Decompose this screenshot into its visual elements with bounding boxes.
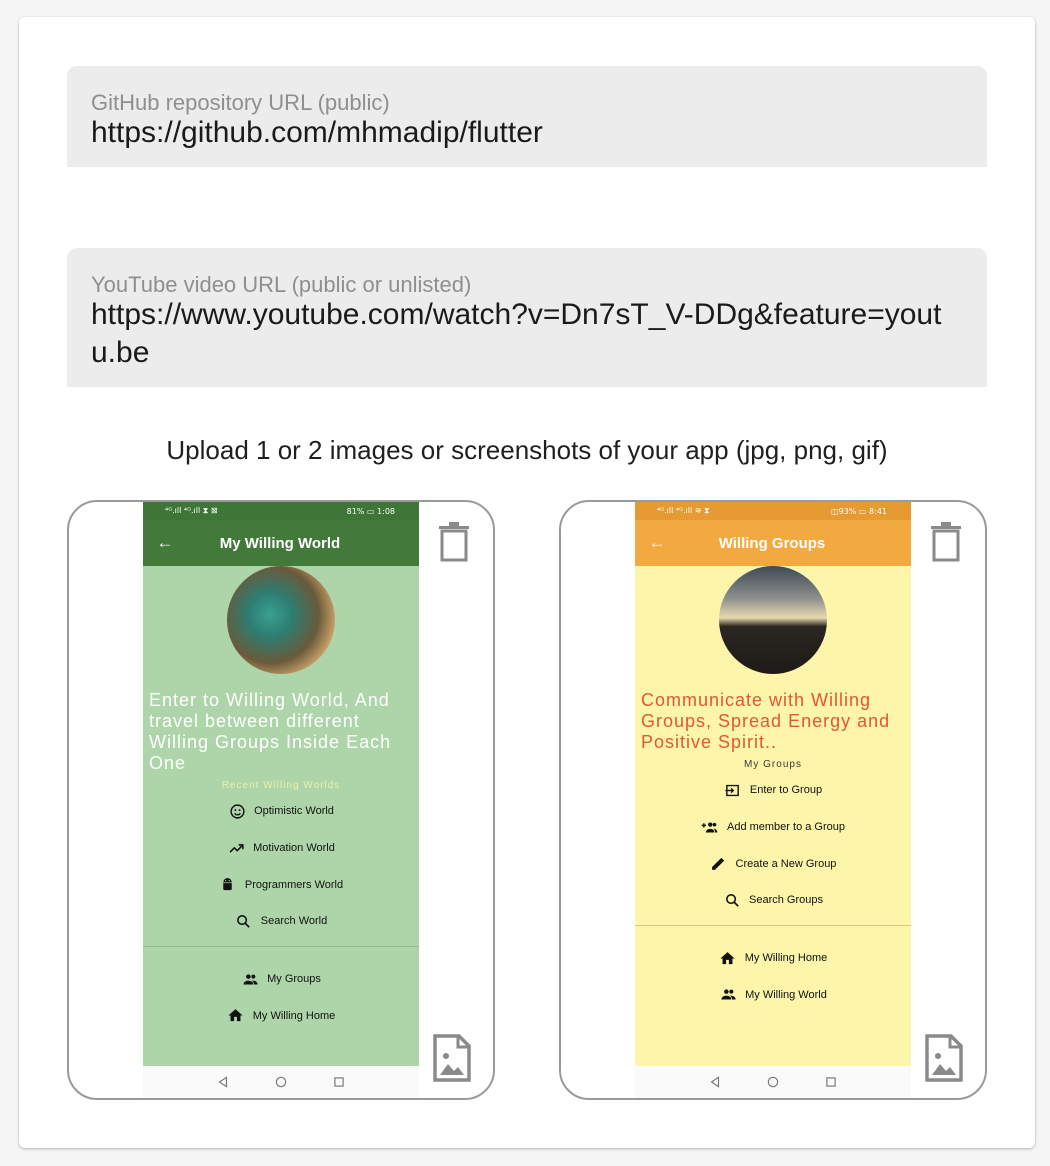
github-url-field[interactable]: GitHub repository URL (public) https://g… xyxy=(67,66,987,167)
image-tile-1[interactable]: ⁴ᴳ.ıll ⁴ᴳ.ıll ⧗ ⊠ 81% ▭ 1:08 ← My Willing… xyxy=(67,500,495,1100)
menu-item-my-willing-home[interactable]: My Willing Home xyxy=(143,997,419,1034)
menu-item-enter-to-group[interactable]: Enter to Group xyxy=(635,772,911,809)
menu-item-search-world[interactable]: Search World xyxy=(143,903,419,940)
search-icon xyxy=(235,912,253,930)
home-icon xyxy=(719,949,737,967)
globe-avatar xyxy=(227,566,335,674)
status-bar: ⁴ᴳ.ıll ⁴ᴳ.ıll ⧗ ⊠ 81% ▭ 1:08 xyxy=(143,502,419,520)
status-bar: ⁴ᴳ.ıll ⁴ᴳ.ıll ≋ ⧗ ◫93% ▭ 8:41 xyxy=(635,502,911,520)
menu-item-programmers-world[interactable]: Programmers World xyxy=(143,866,419,903)
search-icon xyxy=(723,891,741,909)
trending-up-icon xyxy=(227,839,245,857)
menu-item-search-groups[interactable]: Search Groups xyxy=(635,882,911,919)
people-icon xyxy=(241,970,259,988)
login-icon xyxy=(724,781,742,799)
app-bar: ← Willing Groups xyxy=(635,520,911,566)
headline: Enter to Willing World, And travel betwe… xyxy=(149,690,392,773)
menu-item-my-willing-world[interactable]: My Willing World xyxy=(635,976,911,1013)
back-arrow-icon: ← xyxy=(156,533,174,552)
nav-back-icon xyxy=(218,1076,228,1088)
group-avatar xyxy=(719,566,827,674)
screenshot-2: ⁴ᴳ.ıll ⁴ᴳ.ıll ≋ ⧗ ◫93% ▭ 8:41 ← Willing G… xyxy=(635,502,911,1098)
menu-item-add-member[interactable]: Add member to a Group xyxy=(635,809,911,846)
image-file-icon[interactable] xyxy=(433,1034,471,1082)
smile-icon xyxy=(228,802,246,820)
submission-card: GitHub repository URL (public) https://g… xyxy=(19,17,1035,1148)
github-url-value[interactable]: https://github.com/mhmadip/flutter xyxy=(91,114,963,152)
edit-pencil-icon xyxy=(710,855,728,873)
home-icon xyxy=(227,1007,245,1025)
app-bar: ← My Willing World xyxy=(143,520,419,566)
menu-item-create-group[interactable]: Create a New Group xyxy=(635,845,911,882)
divider xyxy=(635,924,911,926)
back-arrow-icon: ← xyxy=(648,533,666,552)
android-icon xyxy=(219,876,237,894)
android-nav-bar xyxy=(635,1066,911,1098)
youtube-url-label: YouTube video URL (public or unlisted) xyxy=(91,272,472,297)
trash-icon[interactable] xyxy=(438,522,470,562)
youtube-url-field[interactable]: YouTube video URL (public or unlisted) h… xyxy=(67,248,987,387)
people-icon xyxy=(719,986,737,1004)
add-member-icon xyxy=(701,818,719,836)
upload-instructions: Upload 1 or 2 images or screenshots of y… xyxy=(166,435,888,465)
menu-item-my-groups[interactable]: My Groups xyxy=(143,961,419,998)
subheading: Recent Willing Worlds xyxy=(221,780,341,791)
image-file-icon[interactable] xyxy=(925,1034,963,1082)
nav-home-icon xyxy=(275,1076,287,1088)
menu-item-optimistic-world[interactable]: Optimistic World xyxy=(143,793,419,830)
menu-item-my-willing-home[interactable]: My Willing Home xyxy=(635,940,911,977)
trash-icon[interactable] xyxy=(930,522,962,562)
github-url-label: GitHub repository URL (public) xyxy=(91,90,390,115)
android-nav-bar xyxy=(143,1066,419,1098)
youtube-url-value[interactable]: https://www.youtube.com/watch?v=Dn7sT_V-… xyxy=(91,296,963,372)
nav-home-icon xyxy=(767,1076,779,1088)
screenshot-1: ⁴ᴳ.ıll ⁴ᴳ.ıll ⧗ ⊠ 81% ▭ 1:08 ← My Willing… xyxy=(143,502,419,1098)
app-bar-title: Willing Groups xyxy=(718,534,826,552)
nav-recents-icon xyxy=(334,1077,344,1087)
headline: Communicate with Willing Groups, Spread … xyxy=(641,690,891,752)
menu-item-motivation-world[interactable]: Motivation World xyxy=(143,830,419,867)
nav-recents-icon xyxy=(826,1077,836,1087)
divider xyxy=(143,945,419,947)
subheading: My Groups xyxy=(744,759,802,770)
image-tile-2[interactable]: ⁴ᴳ.ıll ⁴ᴳ.ıll ≋ ⧗ ◫93% ▭ 8:41 ← Willing G… xyxy=(559,500,987,1100)
app-bar-title: My Willing World xyxy=(219,534,341,552)
nav-back-icon xyxy=(710,1076,720,1088)
